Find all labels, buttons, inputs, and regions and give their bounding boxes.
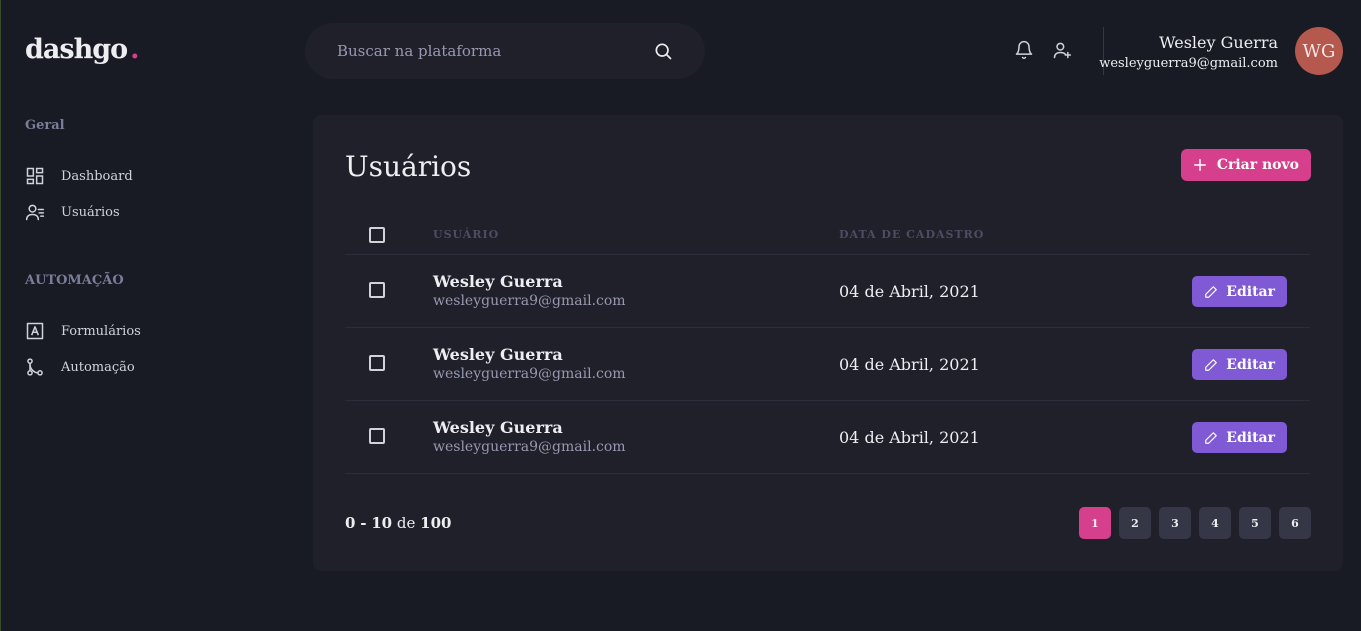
page-title: Usuários: [345, 150, 472, 183]
plus-icon: [1193, 159, 1206, 171]
table-row: Wesley Guerra wesleyguerra9@gmail.com 04…: [345, 328, 1310, 401]
row-checkbox[interactable]: [369, 428, 385, 444]
register-date: 04 de Abril, 2021: [839, 428, 980, 447]
search-input[interactable]: [337, 42, 653, 60]
sidebar-section-geral: Geral: [25, 118, 65, 133]
dashboard-icon: [26, 167, 44, 185]
sidebar-item-label: Dashboard: [61, 168, 133, 184]
select-all-checkbox[interactable]: [369, 227, 385, 243]
logo-text: dashgo: [25, 34, 128, 65]
edit-button-label: Editar: [1226, 429, 1275, 446]
create-user-button[interactable]: Criar novo: [1180, 149, 1311, 181]
pencil-icon: [1205, 358, 1218, 371]
users-panel: Usuários Criar novo USUÁRIO DATA DE CADA…: [313, 115, 1343, 571]
edit-button[interactable]: Editar: [1192, 422, 1287, 453]
row-checkbox[interactable]: [369, 355, 385, 371]
search-icon[interactable]: [653, 41, 673, 61]
register-date: 04 de Abril, 2021: [839, 282, 980, 301]
git-merge-icon: [27, 358, 43, 376]
header-actions: [1014, 40, 1072, 60]
edit-button-label: Editar: [1226, 356, 1275, 373]
user-name: Wesley Guerra: [433, 418, 563, 437]
add-user-icon[interactable]: [1052, 40, 1072, 60]
users-icon: [25, 204, 45, 221]
table-row: Wesley Guerra wesleyguerra9@gmail.com 04…: [345, 255, 1310, 328]
users-table: USUÁRIO DATA DE CADASTRO Wesley Guerra w…: [345, 215, 1310, 474]
create-button-label: Criar novo: [1216, 157, 1299, 173]
logo-dot: .: [130, 34, 139, 65]
profile-email: wesleyguerra9@gmail.com: [1099, 56, 1278, 71]
search-bar[interactable]: [305, 23, 705, 79]
pagination: 1 2 3 4 5 6: [1079, 507, 1311, 539]
page-button-4[interactable]: 4: [1199, 507, 1231, 539]
sidebar-item-label: Automação: [61, 359, 135, 375]
pencil-icon: [1205, 431, 1218, 444]
row-checkbox[interactable]: [369, 282, 385, 298]
page-button-5[interactable]: 5: [1239, 507, 1271, 539]
column-header-date: DATA DE CADASTRO: [839, 228, 985, 241]
table-header: USUÁRIO DATA DE CADASTRO: [345, 215, 1310, 255]
register-date: 04 de Abril, 2021: [839, 355, 980, 374]
table-row: Wesley Guerra wesleyguerra9@gmail.com 04…: [345, 401, 1310, 474]
app-logo[interactable]: dashgo.: [25, 34, 140, 65]
sidebar-item-usuarios[interactable]: Usuários: [25, 202, 120, 222]
edit-button[interactable]: Editar: [1192, 349, 1287, 380]
sidebar-item-formularios[interactable]: Formulários: [25, 321, 141, 341]
page-button-2[interactable]: 2: [1119, 507, 1151, 539]
form-icon: [26, 322, 44, 340]
edit-button-label: Editar: [1226, 283, 1275, 300]
pagination-total: 100: [420, 514, 452, 532]
user-name: Wesley Guerra: [433, 345, 563, 364]
user-email: wesleyguerra9@gmail.com: [433, 366, 626, 382]
sidebar-item-dashboard[interactable]: Dashboard: [25, 166, 133, 186]
sidebar-item-automacao[interactable]: Automação: [25, 357, 135, 377]
sidebar-section-automacao: AUTOMAÇÃO: [25, 273, 124, 288]
avatar[interactable]: WG: [1295, 27, 1343, 75]
page-button-1[interactable]: 1: [1079, 507, 1111, 539]
pagination-from: 0: [345, 514, 356, 532]
user-email: wesleyguerra9@gmail.com: [433, 439, 626, 455]
sidebar-item-label: Formulários: [61, 323, 141, 339]
bell-icon[interactable]: [1014, 40, 1034, 60]
profile-name: Wesley Guerra: [1159, 33, 1278, 52]
page-button-3[interactable]: 3: [1159, 507, 1191, 539]
column-header-user: USUÁRIO: [433, 228, 500, 241]
pagination-to: 10: [371, 514, 393, 532]
user-name: Wesley Guerra: [433, 272, 563, 291]
pagination-of: de: [396, 514, 416, 532]
user-email: wesleyguerra9@gmail.com: [433, 293, 626, 309]
pagination-info: 0 - 10 de 100: [345, 514, 452, 532]
pencil-icon: [1205, 285, 1218, 298]
page-button-6[interactable]: 6: [1279, 507, 1311, 539]
sidebar-item-label: Usuários: [61, 204, 120, 220]
edit-button[interactable]: Editar: [1192, 276, 1287, 307]
